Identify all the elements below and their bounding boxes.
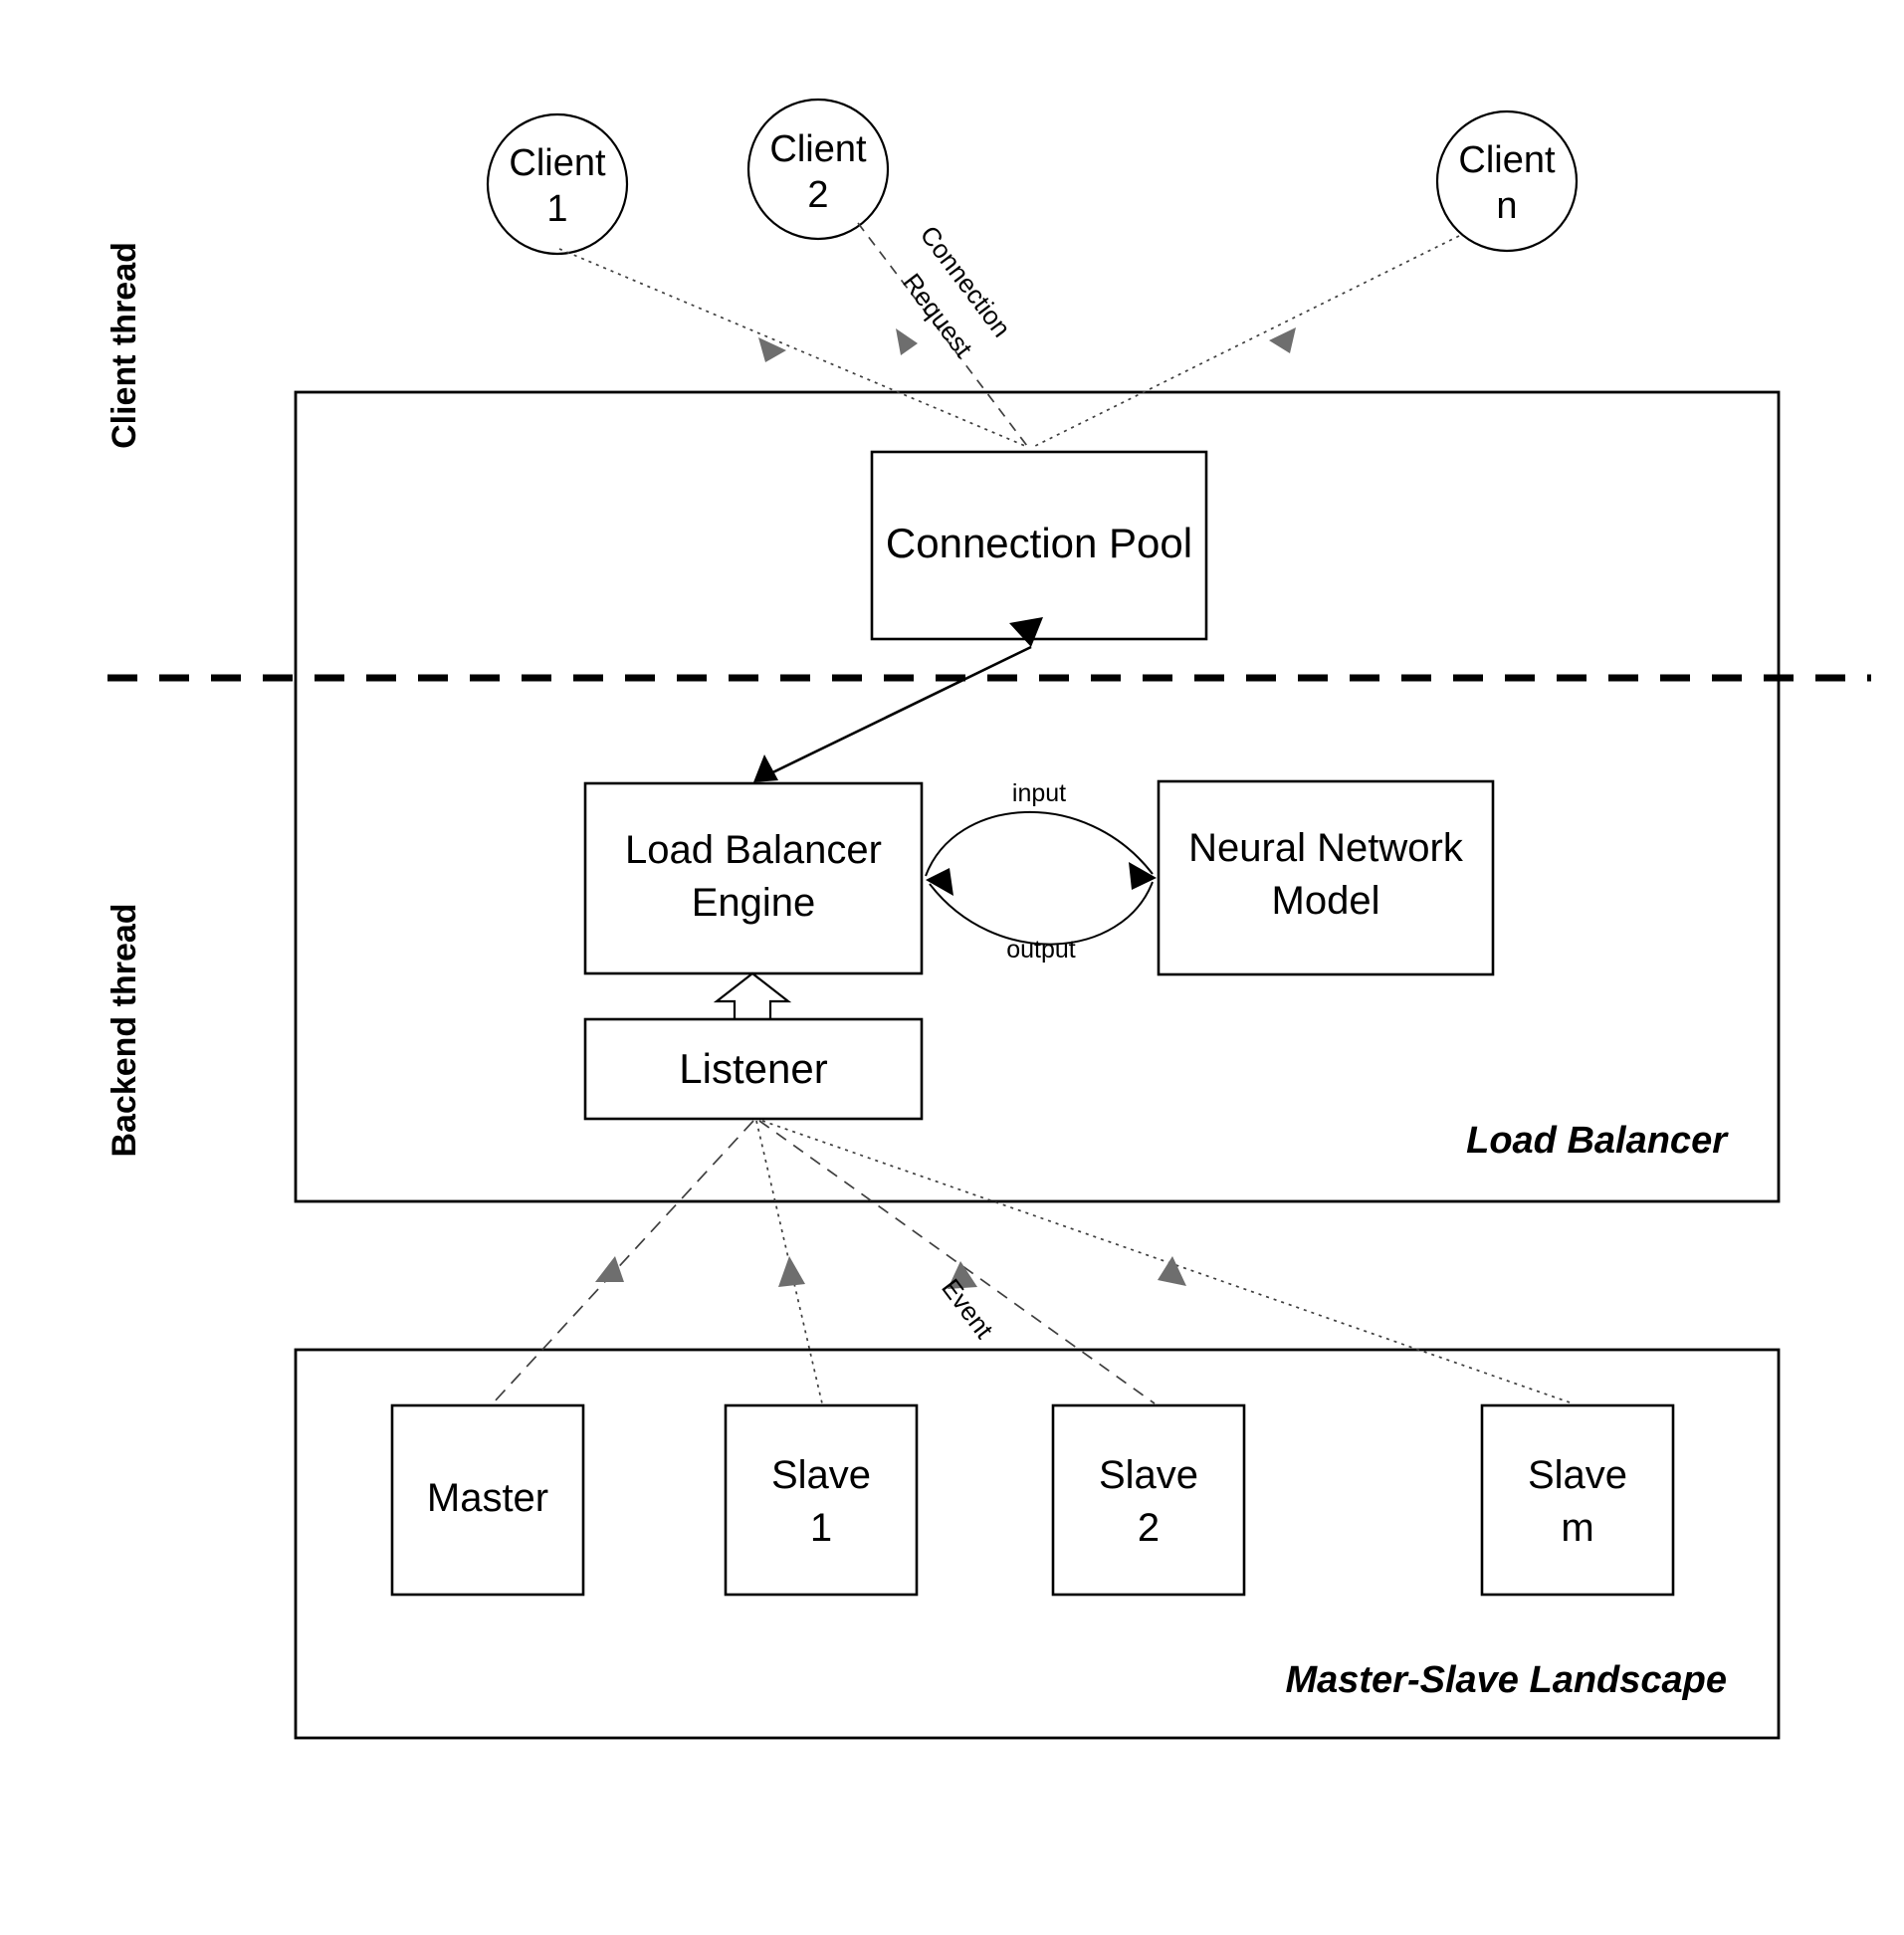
neural-network-model-label-line2: Model [1272, 879, 1380, 923]
edge-master-to-listener [492, 1120, 754, 1404]
slave-1-label-line2: 1 [810, 1506, 832, 1550]
edge-label-output: output [1006, 936, 1076, 964]
slave-2-label-line2: 2 [1138, 1506, 1160, 1550]
client-1[interactable]: Client 1 [486, 112, 629, 256]
master-label-line1: Master [427, 1476, 548, 1520]
master-slave-frame-caption: Master-Slave Landscape [1285, 1659, 1727, 1701]
listener-label: Listener [679, 1045, 827, 1092]
architecture-diagram: Client thread Backend thread Load Balanc… [0, 0, 1904, 1935]
swimlane-label-client-thread: Client thread [106, 242, 143, 449]
load-balancer-engine-label-line1: Load Balancer [625, 828, 882, 872]
edge-label-input: input [1012, 779, 1066, 807]
edge-client-2-to-pool: Connection Request [857, 220, 1028, 447]
client-1-label-line1: Client [509, 142, 606, 184]
edge-output-curve: output [926, 868, 1154, 964]
diagram-canvas: Client thread Backend thread Load Balanc… [106, 98, 1871, 1740]
slave-2-rect [1051, 1403, 1246, 1597]
edge-slave-1-to-listener [755, 1120, 823, 1404]
edge-client-1-arrowhead [758, 337, 786, 362]
listener-box[interactable]: Listener [583, 1017, 924, 1121]
load-balancer-frame-caption: Load Balancer [1466, 1120, 1729, 1162]
slave-2-label-line1: Slave [1099, 1453, 1198, 1497]
neural-network-model-box[interactable]: Neural Network Model [1157, 779, 1495, 976]
edge-output-arrowhead [926, 868, 953, 896]
edge-master-arrowhead [595, 1256, 624, 1282]
client-2-label-line2: 2 [807, 174, 828, 216]
edge-client-n-to-pool [1034, 235, 1460, 447]
client-2-label-line1: Client [769, 128, 867, 170]
swimlane-label-backend-thread-text: Backend thread [106, 903, 143, 1157]
slave-1-label-line1: Slave [771, 1453, 871, 1497]
client-n-label-line2: n [1496, 185, 1517, 227]
neural-network-model-rect [1157, 779, 1495, 976]
connection-pool-box[interactable]: Connection Pool [870, 450, 1208, 641]
slave-m-label-line2: m [1561, 1506, 1593, 1550]
slave-m-box[interactable]: Slave m [1480, 1403, 1675, 1597]
client-n[interactable]: Client n [1435, 109, 1579, 253]
connection-pool-label: Connection Pool [886, 520, 1192, 566]
slave-2-box[interactable]: Slave 2 [1051, 1403, 1246, 1597]
edge-label-event: Event [936, 1273, 999, 1345]
edge-pool-to-engine [753, 617, 1043, 782]
slave-m-label-line1: Slave [1528, 1453, 1627, 1497]
swimlane-label-client-thread-text: Client thread [106, 242, 143, 449]
master-box[interactable]: Master [390, 1403, 585, 1597]
edge-client-2-arrowhead [896, 328, 918, 355]
edge-input-arrowhead [1129, 862, 1157, 890]
client-n-label-line1: Client [1458, 139, 1556, 181]
client-2[interactable]: Client 2 [746, 98, 890, 241]
slave-1-rect [724, 1403, 919, 1597]
load-balancer-engine-box[interactable]: Load Balancer Engine [583, 781, 924, 975]
slave-m-rect [1480, 1403, 1675, 1597]
swimlane-label-backend-thread: Backend thread [106, 903, 143, 1157]
load-balancer-engine-label-line2: Engine [692, 881, 816, 925]
neural-network-model-label-line1: Neural Network [1188, 826, 1464, 870]
edge-slave-1-arrowhead [778, 1256, 805, 1287]
edge-slave-2-to-listener: Event [758, 1120, 1156, 1404]
slave-1-box[interactable]: Slave 1 [724, 1403, 919, 1597]
edge-engine-arrowhead-down [753, 754, 778, 782]
edge-input-curve: input [925, 779, 1157, 890]
edge-slave-m-to-listener [761, 1120, 1574, 1404]
edge-client-n-arrowhead [1269, 327, 1296, 353]
load-balancer-engine-rect [583, 781, 924, 975]
client-1-label-line2: 1 [546, 188, 567, 230]
